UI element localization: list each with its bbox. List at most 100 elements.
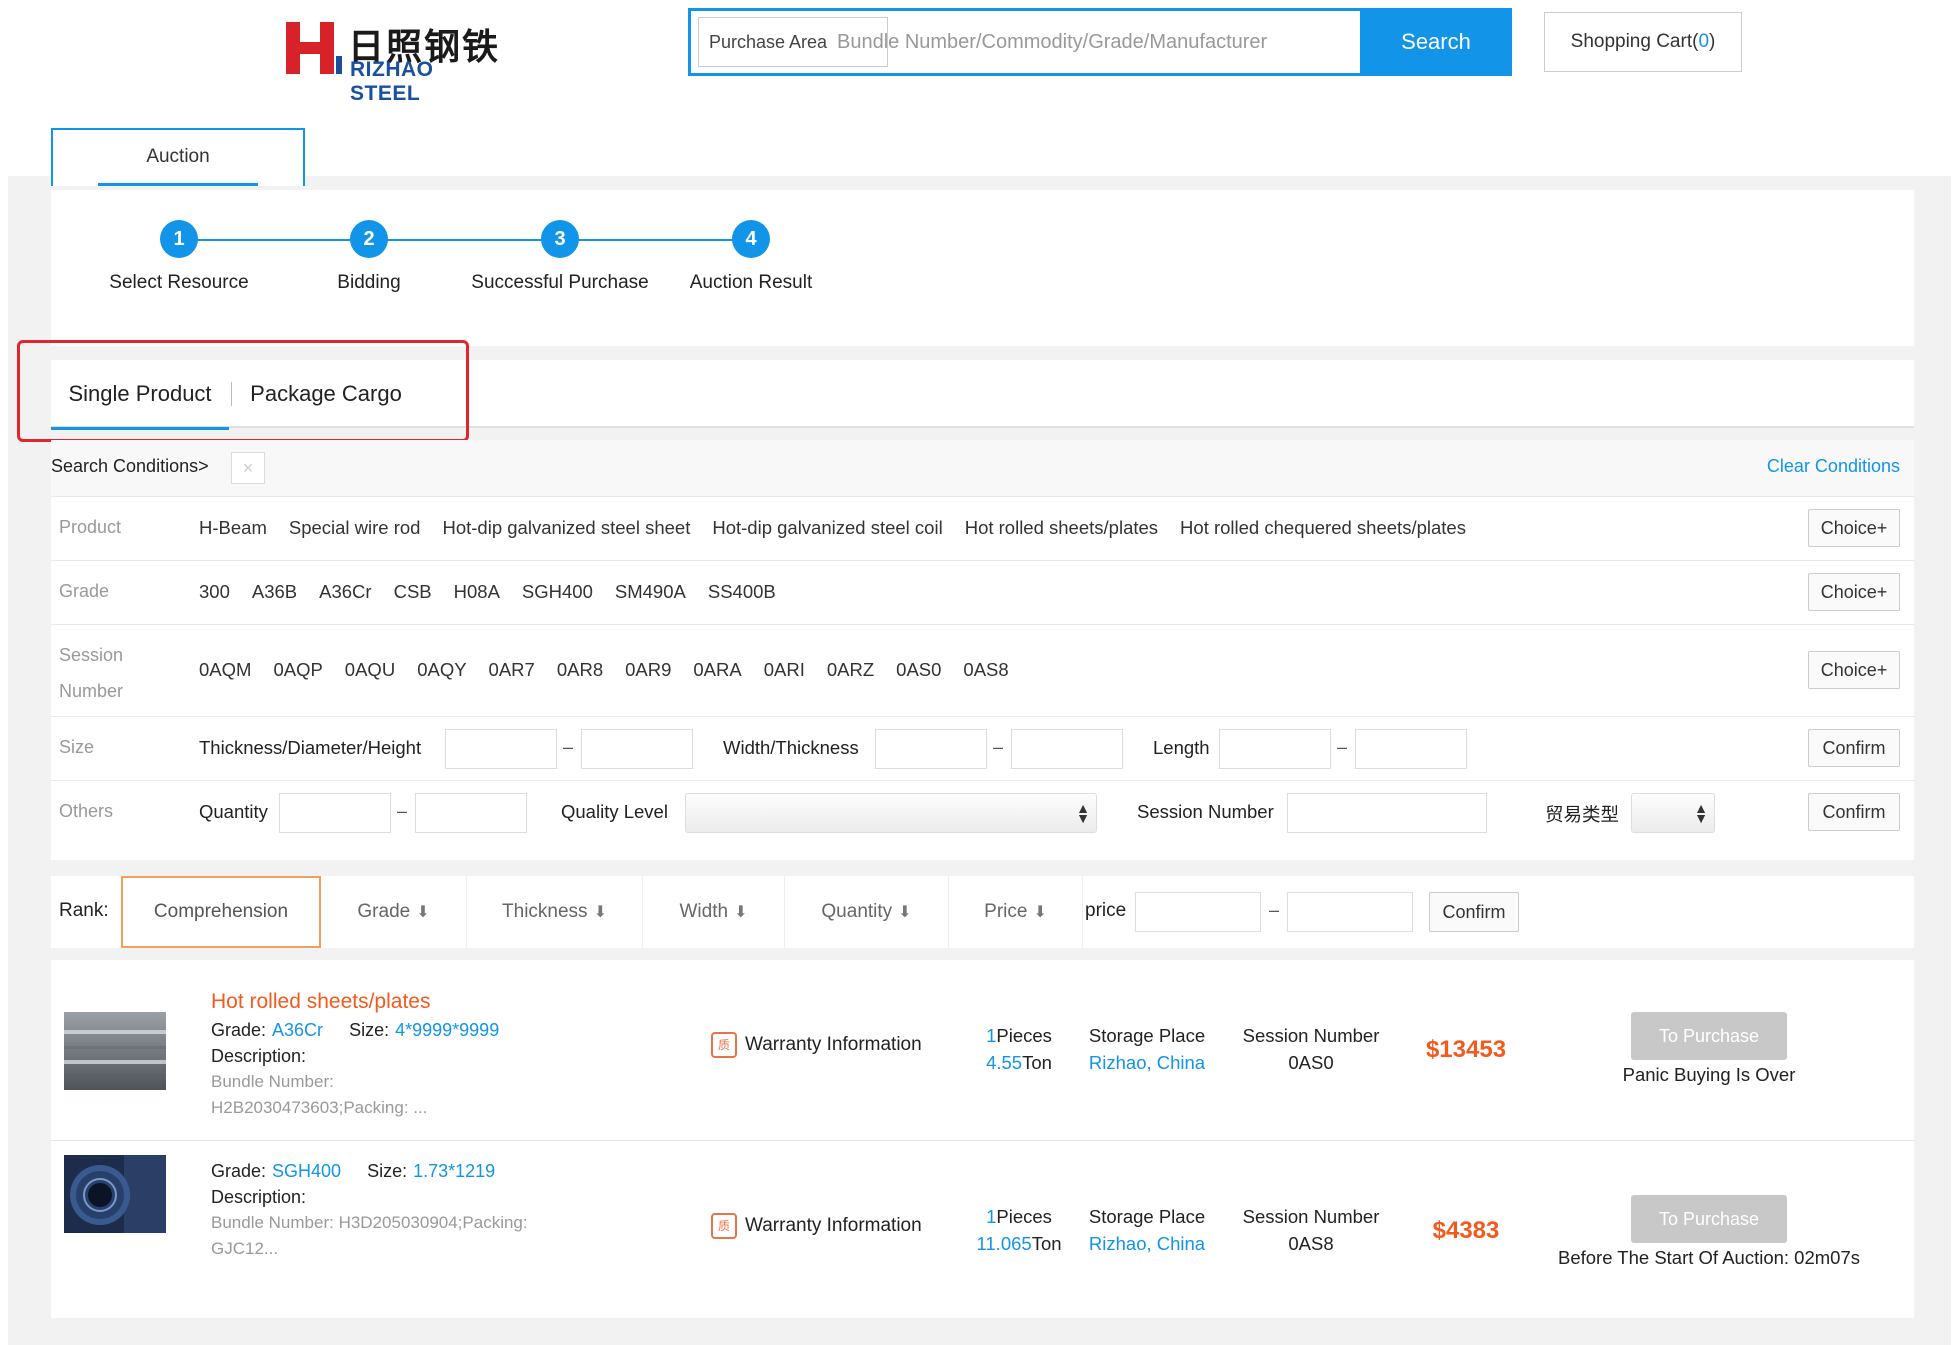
purchase-status: Before The Start Of Auction: 02m07s — [1558, 1247, 1860, 1268]
range-dash: – — [1337, 737, 1348, 757]
product-option[interactable]: H-Beam — [199, 517, 267, 539]
clear-conditions-link[interactable]: Clear Conditions — [1767, 456, 1900, 477]
rank-comprehension[interactable]: Comprehension — [121, 876, 321, 948]
length-min-input[interactable] — [1219, 729, 1331, 769]
session-option[interactable]: 0AR9 — [625, 659, 671, 681]
size-confirm-button[interactable]: Confirm — [1808, 729, 1900, 767]
rank-price-label: Price — [984, 901, 1028, 922]
width-min-input[interactable] — [875, 729, 987, 769]
session-option[interactable]: 0ARA — [693, 659, 741, 681]
trade-type-label: 贸易类型 — [1545, 804, 1620, 825]
warranty-information-link[interactable]: 质 Warranty Information — [711, 1213, 922, 1239]
product-option[interactable]: Special wire rod — [289, 517, 421, 539]
tons-unit: Ton — [1022, 1052, 1052, 1073]
quantity-max-input[interactable] — [415, 793, 527, 833]
range-dash: – — [1269, 900, 1280, 920]
rank-grade[interactable]: Grade ⬇ — [321, 876, 467, 948]
thickness-min-input[interactable] — [445, 729, 557, 769]
session-option[interactable]: 0ARI — [764, 659, 805, 681]
quantity-label: Quantity — [199, 801, 268, 822]
description-label: Description: — [211, 1187, 307, 1207]
rank-width[interactable]: Width ⬇ — [643, 876, 785, 948]
tons-line: 4.55Ton — [959, 1049, 1079, 1076]
session-number-input[interactable] — [1287, 793, 1487, 833]
grade-option[interactable]: A36B — [252, 581, 297, 603]
logo-h-mark — [286, 22, 342, 74]
quality-level-select[interactable]: ▲ ▼ — [685, 793, 1097, 833]
range-dash: – — [993, 737, 1004, 757]
grade-option[interactable]: SGH400 — [522, 581, 593, 603]
session-option[interactable]: 0AR7 — [489, 659, 535, 681]
product-option[interactable]: Hot rolled chequered sheets/plates — [1180, 517, 1466, 539]
session-option[interactable]: 0AR8 — [557, 659, 603, 681]
price-min-input[interactable] — [1135, 892, 1261, 932]
shopping-cart-button[interactable]: Shopping Cart(0) — [1544, 12, 1742, 72]
grade-option[interactable]: SM490A — [615, 581, 686, 603]
width-max-input[interactable] — [1011, 729, 1123, 769]
grade-option[interactable]: A36Cr — [319, 581, 371, 603]
others-confirm-button[interactable]: Confirm — [1808, 793, 1900, 831]
product-quantity: 1Pieces 11.065Ton — [959, 1203, 1079, 1257]
session-option[interactable]: 0AS0 — [896, 659, 941, 681]
to-purchase-button[interactable]: To Purchase — [1631, 1195, 1787, 1243]
grade-option[interactable]: H08A — [454, 581, 500, 603]
thickness-max-input[interactable] — [581, 729, 693, 769]
grade-option[interactable]: SS400B — [708, 581, 776, 603]
rank-thickness[interactable]: Thickness ⬇ — [467, 876, 643, 948]
product-options: H-Beam Special wire rod Hot-dip galvaniz… — [199, 517, 1488, 539]
select-updown-icon: ▲ ▼ — [1694, 800, 1708, 826]
product-title[interactable]: Hot rolled sheets/plates — [211, 990, 430, 1014]
rank-quantity[interactable]: Quantity ⬇ — [785, 876, 949, 948]
price-confirm-button[interactable]: Confirm — [1429, 892, 1519, 932]
filter-row-session-number: Session Number 0AQM 0AQP 0AQU 0AQY 0AR7 … — [51, 624, 1914, 716]
bundle-number-value: H3D205030904;Packing: — [338, 1213, 528, 1232]
session-choice-button[interactable]: Choice+ — [1808, 651, 1900, 689]
session-option[interactable]: 0AS8 — [963, 659, 1008, 681]
product-option[interactable]: Hot-dip galvanized steel coil — [712, 517, 942, 539]
product-option[interactable]: Hot-dip galvanized steel sheet — [442, 517, 690, 539]
tab-auction-label: Auction — [146, 146, 210, 167]
storage-value: Rizhao, China — [1088, 1052, 1206, 1073]
search-button[interactable]: Search — [1360, 8, 1512, 76]
range-dash: – — [563, 737, 574, 757]
product-option[interactable]: Hot rolled sheets/plates — [965, 517, 1158, 539]
cart-label-close: ) — [1709, 31, 1716, 52]
storage-value: Rizhao, China — [1088, 1233, 1206, 1254]
steel-coil-thumbnail[interactable] — [64, 1155, 166, 1233]
trade-type-select[interactable]: ▲ ▼ — [1631, 793, 1715, 833]
session-option[interactable]: 0AQU — [345, 659, 395, 681]
step-label: Bidding — [337, 272, 401, 293]
session-option[interactable]: 0AQM — [199, 659, 251, 681]
search-input[interactable] — [829, 17, 1349, 67]
bundle-number-label: Bundle Number: — [211, 1072, 334, 1091]
filter-panel: Search Conditions> × Clear Conditions Pr… — [51, 440, 1914, 860]
close-icon[interactable]: × — [231, 452, 265, 484]
to-purchase-button[interactable]: To Purchase — [1631, 1012, 1787, 1060]
price-max-input[interactable] — [1287, 892, 1413, 932]
rank-price[interactable]: Price ⬇ — [949, 876, 1083, 948]
grade-choice-button[interactable]: Choice+ — [1808, 573, 1900, 611]
product-choice-button[interactable]: Choice+ — [1808, 509, 1900, 547]
tab-auction[interactable]: Auction — [51, 128, 305, 186]
arrow-down-icon: ⬇ — [416, 904, 430, 921]
steel-plates-thumbnail[interactable] — [64, 1012, 166, 1090]
filter-label-size: Size — [59, 737, 95, 757]
size-value: 1.73*1219 — [413, 1161, 496, 1181]
step-label: Select Resource — [109, 272, 249, 293]
session-option[interactable]: 0AQY — [417, 659, 466, 681]
arrow-down-icon: ⬇ — [734, 904, 748, 921]
grade-option[interactable]: 300 — [199, 581, 230, 603]
grade-option[interactable]: CSB — [394, 581, 432, 603]
session-number: Session Number 0AS0 — [1231, 1022, 1391, 1076]
warranty-information-link[interactable]: 质 Warranty Information — [711, 1032, 922, 1058]
pieces-value: 1 — [986, 1025, 997, 1046]
rizhao-steel-logo[interactable]: 日照钢铁 RIZHAO STEEL — [286, 18, 506, 105]
session-option[interactable]: 0AQP — [273, 659, 322, 681]
session-option[interactable]: 0ARZ — [827, 659, 874, 681]
step-number: 3 — [541, 220, 579, 258]
price-range-label: price — [1085, 900, 1127, 921]
auction-steps: 1 Select Resource 2 Bidding 3 Successful… — [51, 190, 1914, 346]
quantity-min-input[interactable] — [279, 793, 391, 833]
length-max-input[interactable] — [1355, 729, 1467, 769]
step-successful-purchase: 3 Successful Purchase — [460, 220, 660, 294]
